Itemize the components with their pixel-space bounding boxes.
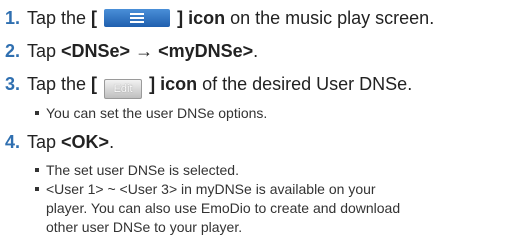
step-text-part: Tap the [27,8,92,28]
bullet-text: player. You can also use EmoDio to creat… [46,200,401,216]
step-text: Tap <DNSe> → <myDNSe>. [27,40,258,62]
step-text-part: Tap the [27,74,92,94]
step-text-part: Tap [27,41,62,61]
menu-dnse: <DNSe> [61,41,131,61]
step-number: 4. [4,132,20,152]
bullet-text: other user DNSe to your player. [46,219,243,235]
period: . [253,41,259,61]
ok-label: <OK> [61,132,110,152]
arrow: → [130,41,159,61]
icon-word: icon [155,74,198,94]
bullet-icon [35,168,39,172]
bullet-icon [35,187,39,191]
step-text-part: of the desired User DNSe. [197,74,413,94]
step-number: 1. [4,8,20,28]
bullet-text: You can set the user DNSe options. [46,105,268,121]
menu-mydnse: <myDNSe> [158,41,254,61]
period: . [109,132,115,152]
edit-button-image: Edit [104,79,143,99]
step-text-part: on the music play screen. [225,8,435,28]
bracket-open: [ [91,74,98,94]
step-text: Tap <OK>. [27,131,114,153]
step-text-part: Tap [27,132,62,152]
bracket-open: [ [91,8,98,28]
bullet-icon [35,111,39,115]
menu-icon [130,13,145,23]
step-number: 3. [4,74,20,94]
step-text: Tap the [ ] icon on the music play scree… [27,7,434,29]
icon-word: icon [183,8,226,28]
bullet-text: <User 1> ~ <User 3> in myDNSe is availab… [46,181,376,197]
step-text: Tap the [ Edit ] icon of the desired Use… [27,73,412,99]
step-number: 2. [4,41,20,61]
bullet-text: The set user DNSe is selected. [46,162,239,178]
menu-button-image [104,9,171,27]
